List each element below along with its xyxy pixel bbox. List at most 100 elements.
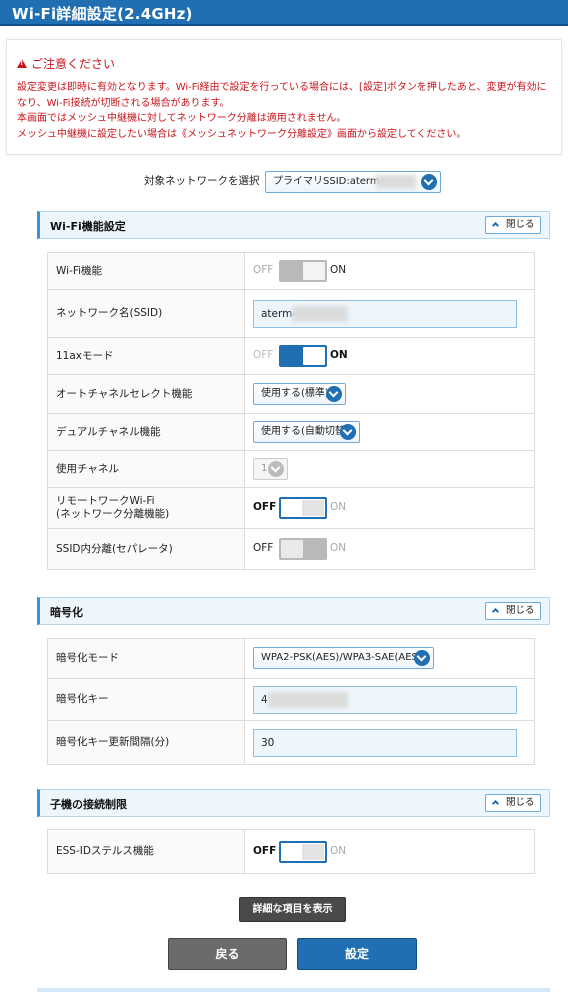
target-network-label: 対象ネットワークを選択 xyxy=(144,175,260,187)
toggle-track xyxy=(279,538,327,560)
redacted-area xyxy=(268,691,348,708)
toggle-off-label: OFF xyxy=(253,501,277,513)
chevron-down-icon xyxy=(326,386,342,402)
select-value: WPA2-PSK(AES)/WPA3-SAE(AES) xyxy=(261,652,422,663)
encryption-mode-select[interactable]: WPA2-PSK(AES)/WPA3-SAE(AES) xyxy=(253,647,434,669)
select-value: 使用する(自動切替) xyxy=(261,426,349,437)
toggle-off-label: OFF xyxy=(253,264,274,276)
select-value: 1 xyxy=(261,463,268,474)
table-cell: 4 xyxy=(244,678,535,721)
encryption-section-header: 暗号化 閉じる xyxy=(37,597,550,625)
table-cell: OFF ON xyxy=(244,252,535,290)
target-network-select[interactable]: プライマリSSID:aterm- xyxy=(265,171,441,193)
client-settings-table: ESS-IDステルス機能 OFF ON xyxy=(47,829,535,874)
table-cell: OFF ON xyxy=(244,528,535,570)
notice-line: なり、Wi-Fi接続が切断される場合があります。 xyxy=(17,97,230,109)
wifi-function-toggle[interactable]: OFF ON xyxy=(245,260,355,282)
toggle-off-label: OFF xyxy=(253,349,274,361)
apply-button[interactable]: 設定 xyxy=(297,938,417,970)
toggle-on-label: ON xyxy=(330,844,347,857)
table-cell: OFF ON xyxy=(244,829,535,874)
target-network-value: プライマリSSID:aterm- xyxy=(273,176,384,187)
encryption-key-label: 暗号化キー xyxy=(47,678,245,721)
table-row: Wi-Fi機能 OFF ON xyxy=(47,252,535,290)
separator-label: SSID内分離(セパレータ) xyxy=(47,528,245,570)
toggle-on-label: ON xyxy=(330,542,347,554)
wifi-function-label: Wi-Fi機能 xyxy=(47,252,245,290)
notice-box: ご注意ください 設定変更は即時に有効となります。Wi-Fi経由で設定を行っている… xyxy=(6,39,562,155)
wifi-section-title: Wi-Fi機能設定 xyxy=(50,220,126,233)
key-interval-input[interactable]: 30 xyxy=(253,728,517,757)
encryption-key-value: 4 xyxy=(261,693,268,706)
dual-channel-label: デュアルチャネル機能 xyxy=(47,413,245,451)
client-section-header: 子機の接続制限 閉じる xyxy=(37,789,550,817)
chevron-up-icon xyxy=(491,799,500,808)
notice-line: 本画面ではメッシュ中継機に対してネットワーク分離は適用されません。 xyxy=(17,113,347,124)
remote-work-label: リモートワークWi-Fi (ネットワーク分離機能) xyxy=(47,487,245,529)
table-row: オートチャネルセレクト機能 使用する(標準) xyxy=(47,374,535,414)
table-row: 暗号化キー 4 xyxy=(47,678,535,721)
encryption-section-title: 暗号化 xyxy=(50,606,83,619)
table-row: 使用チャネル 1 xyxy=(47,450,535,488)
toggle-on-label: ON xyxy=(330,501,347,513)
table-row: 暗号化キー更新間隔(分) 30 xyxy=(47,720,535,765)
table-row: ESS-IDステルス機能 OFF ON xyxy=(47,829,535,874)
chevron-down-icon xyxy=(414,650,430,666)
table-cell: 30 xyxy=(244,720,535,765)
notice-title-text: ご注意ください xyxy=(31,57,116,71)
table-row: 暗号化モード WPA2-PSK(AES)/WPA3-SAE(AES) xyxy=(47,638,535,679)
separator-toggle[interactable]: OFF ON xyxy=(245,538,355,560)
channel-label: 使用チャネル xyxy=(47,450,245,488)
encryption-settings-table: 暗号化モード WPA2-PSK(AES)/WPA3-SAE(AES) 暗号化キー… xyxy=(47,638,535,765)
toggle-track xyxy=(279,345,327,367)
back-button[interactable]: 戻る xyxy=(168,938,287,970)
auto-channel-select[interactable]: 使用する(標準) xyxy=(253,383,346,405)
key-interval-label: 暗号化キー更新間隔(分) xyxy=(47,720,245,765)
encryption-mode-label: 暗号化モード xyxy=(47,638,245,679)
wifi-section-header: Wi-Fi機能設定 閉じる xyxy=(37,211,550,239)
toggle-on-label: ON xyxy=(330,264,347,276)
ax-mode-toggle[interactable]: OFF ON xyxy=(245,345,355,367)
toggle-off-label: OFF xyxy=(253,844,277,857)
toggle-track xyxy=(279,840,327,863)
close-label: 閉じる xyxy=(506,605,535,616)
auto-channel-label: オートチャネルセレクト機能 xyxy=(47,374,245,414)
page-header: Wi-Fi詳細設定(2.4GHz) xyxy=(0,0,568,26)
toggle-off-label: OFF xyxy=(253,542,274,554)
client-section-close-button[interactable]: 閉じる xyxy=(485,794,541,812)
select-value: 使用する(標準) xyxy=(261,388,329,399)
table-cell: 使用する(標準) xyxy=(244,374,535,414)
toggle-track xyxy=(279,260,327,282)
chevron-up-icon xyxy=(491,221,500,230)
table-row: SSID内分離(セパレータ) OFF ON xyxy=(47,528,535,570)
ssid-label: ネットワーク名(SSID) xyxy=(47,289,245,338)
stealth-label: ESS-IDステルス機能 xyxy=(47,829,245,874)
wifi-section-close-button[interactable]: 閉じる xyxy=(485,216,541,234)
remote-work-toggle[interactable]: OFF ON xyxy=(245,497,355,519)
label-line: (ネットワーク分離機能) xyxy=(56,508,170,520)
label-line: リモートワークWi-Fi xyxy=(56,495,155,507)
redacted-area xyxy=(376,175,416,189)
page-title: Wi-Fi詳細設定(2.4GHz) xyxy=(12,5,193,23)
warning-icon xyxy=(17,59,27,68)
encryption-key-input[interactable]: 4 xyxy=(253,685,517,714)
ax-mode-label: 11axモード xyxy=(47,337,245,375)
dual-channel-select[interactable]: 使用する(自動切替) xyxy=(253,421,360,443)
table-row: デュアルチャネル機能 使用する(自動切替) xyxy=(47,413,535,451)
stealth-toggle[interactable]: OFF ON xyxy=(245,840,355,863)
client-section-title: 子機の接続制限 xyxy=(50,798,127,811)
table-row: ネットワーク名(SSID) aterm- xyxy=(47,289,535,338)
ssid-input[interactable]: aterm- xyxy=(253,299,517,328)
wifi-settings-table: Wi-Fi機能 OFF ON ネットワーク名(SSID) aterm- 11ax… xyxy=(47,252,535,570)
chevron-down-icon xyxy=(268,461,284,477)
table-row: 11axモード OFF ON xyxy=(47,337,535,375)
encryption-section-close-button[interactable]: 閉じる xyxy=(485,602,541,620)
show-details-button[interactable]: 詳細な項目を表示 xyxy=(239,897,346,922)
notice-line: メッシュ中継機に設定したい場合は《メッシュネットワーク分離設定》画面から設定して… xyxy=(17,128,467,140)
chevron-down-icon xyxy=(340,424,356,440)
table-cell: 使用する(自動切替) xyxy=(244,413,535,451)
close-label: 閉じる xyxy=(506,797,535,808)
table-cell: OFF ON xyxy=(244,337,535,375)
table-row: リモートワークWi-Fi (ネットワーク分離機能) OFF ON xyxy=(47,487,535,529)
channel-select[interactable]: 1 xyxy=(253,458,288,480)
